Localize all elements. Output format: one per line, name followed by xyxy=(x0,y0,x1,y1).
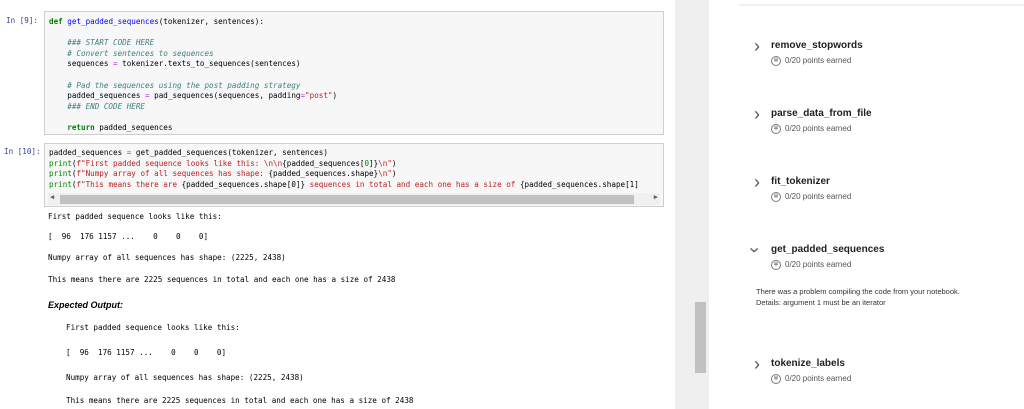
award-icon: ✲ xyxy=(771,374,781,384)
points-text: 0/20 points earned xyxy=(785,374,852,384)
code-token: f"First padded sequence looks like this:… xyxy=(76,158,283,168)
code-line: return padded_sequences xyxy=(49,123,659,134)
code-line: padded_sequences = get_padded_sequences(… xyxy=(49,148,659,159)
code-token: ) xyxy=(391,169,397,179)
task-points: ✲ 0/20 points earned xyxy=(771,260,851,270)
chevron-right-icon[interactable]: › xyxy=(754,173,760,191)
code-token: {padded_sequences.shape[1] xyxy=(519,179,639,189)
points-text: 0/20 points earned xyxy=(785,124,852,134)
code-token: ### END CODE HERE xyxy=(49,101,146,111)
task-name[interactable]: parse_data_from_file xyxy=(771,108,872,119)
code-token: padded_sequences xyxy=(49,148,127,157)
code-token: ) xyxy=(391,158,397,168)
code-token: ]} xyxy=(369,158,379,168)
code-token: "post" xyxy=(305,91,333,101)
code-token: ) xyxy=(332,91,338,101)
code-token: \n" xyxy=(378,169,392,179)
error-message: There was a problem compiling the code f… xyxy=(756,287,960,307)
output-line: First padded sequence looks like this: xyxy=(48,212,222,221)
code-token: padded_sequences xyxy=(94,122,173,132)
code-token: def xyxy=(49,17,68,26)
scroll-left-icon[interactable]: ◀ xyxy=(50,193,54,201)
code-token: print xyxy=(49,158,72,168)
code-token: get_padded_sequences(tokenizer, sentence… xyxy=(131,148,328,157)
chevron-right-icon[interactable]: › xyxy=(754,37,760,55)
code-token: ### START CODE HERE xyxy=(49,38,155,48)
code-line: print(f"This means there are {padded_seq… xyxy=(49,180,659,191)
task-name[interactable]: get_padded_sequences xyxy=(771,244,884,255)
grading-panel: › remove_stopwords ✲ 0/20 points earned › … xyxy=(709,0,1024,409)
code-line: # Pad the sequences using the post paddi… xyxy=(49,81,659,92)
code-line: def get_padded_sequences(tokenizer, sent… xyxy=(49,17,659,28)
code-cell-run[interactable]: padded_sequences = get_padded_sequences(… xyxy=(44,143,664,207)
code-token: tokenizer.texts_to_sequences(sentences) xyxy=(117,59,301,69)
award-icon: ✲ xyxy=(771,192,781,202)
code-token: f"Numpy array of all sequences has shape… xyxy=(76,169,269,179)
expected-output-heading: Expected Output: xyxy=(48,300,124,310)
task-name[interactable]: tokenize_labels xyxy=(771,358,845,369)
code-token: {padded_sequences.shape[0]} xyxy=(181,179,306,189)
award-icon: ✲ xyxy=(771,124,781,134)
code-token: \n" xyxy=(378,158,392,168)
code-token: {padded_sequences[ xyxy=(282,158,365,168)
code-token: # Pad the sequences using the post paddi… xyxy=(49,80,301,90)
task-points: ✲ 0/20 points earned xyxy=(771,374,851,384)
output-line: [ 96 176 1157 ... 0 0 0] xyxy=(48,232,209,241)
code-token: sequences xyxy=(49,59,114,69)
points-text: 0/20 points earned xyxy=(785,260,852,270)
scroll-right-icon[interactable]: ▶ xyxy=(654,193,658,201)
code-token: print xyxy=(49,169,72,179)
code-line: ### START CODE HERE xyxy=(49,38,659,49)
scrollbar-thumb[interactable] xyxy=(60,195,634,204)
code-token: f"This means there are xyxy=(76,179,182,189)
code-token: get_padded_sequences xyxy=(67,17,159,26)
code-token: pad_sequences(sequences, padding xyxy=(149,91,301,101)
code-line: # Convert sentences to sequences xyxy=(49,49,659,60)
chevron-down-icon[interactable]: › xyxy=(745,247,765,253)
expected-line: First padded sequence looks like this: xyxy=(66,323,240,332)
notebook-scrollbar[interactable] xyxy=(675,0,709,409)
points-text: 0/20 points earned xyxy=(785,192,852,202)
output-line: Numpy array of all sequences has shape: … xyxy=(48,253,286,262)
task-points: ✲ 0/20 points earned xyxy=(771,56,851,66)
award-icon: ✲ xyxy=(771,260,781,270)
code-token: print xyxy=(49,179,72,189)
award-icon: ✲ xyxy=(771,56,781,66)
code-token: padded_sequences xyxy=(49,91,146,101)
code-token: (tokenizer, sentences): xyxy=(158,17,264,26)
expected-line: [ 96 176 1157 ... 0 0 0] xyxy=(66,348,227,357)
task-name[interactable]: remove_stopwords xyxy=(771,40,863,51)
code-token: # Convert sentences to sequences xyxy=(49,48,214,58)
chevron-right-icon[interactable]: › xyxy=(754,105,760,123)
scrollbar-thumb[interactable] xyxy=(695,302,706,373)
task-points: ✲ 0/20 points earned xyxy=(771,124,851,134)
expected-line: This means there are 2225 sequences in t… xyxy=(66,396,414,405)
cell-prompt: In [9]: xyxy=(6,16,39,25)
code-line: padded_sequences = pad_sequences(sequenc… xyxy=(49,91,659,102)
cell-prompt: In [10]: xyxy=(4,147,41,156)
task-name[interactable]: fit_tokenizer xyxy=(771,176,830,187)
code-token: return xyxy=(49,122,95,132)
code-token: sequences in total and each one has a si… xyxy=(305,179,520,189)
points-text: 0/20 points earned xyxy=(785,56,852,66)
code-line: ### END CODE HERE xyxy=(49,102,659,113)
code-line: print(f"Numpy array of all sequences has… xyxy=(49,169,659,180)
output-line: This means there are 2225 sequences in t… xyxy=(48,275,396,284)
code-token: {padded_sequences.shape} xyxy=(268,169,379,179)
expected-line: Numpy array of all sequences has shape: … xyxy=(66,373,304,382)
code-cell-define[interactable]: def get_padded_sequences(tokenizer, sent… xyxy=(44,11,664,135)
code-line: sequences = tokenizer.texts_to_sequences… xyxy=(49,59,659,70)
divider xyxy=(739,4,1024,6)
chevron-right-icon[interactable]: › xyxy=(754,355,760,373)
task-points: ✲ 0/20 points earned xyxy=(771,192,851,202)
horizontal-scrollbar[interactable]: ◀ ▶ xyxy=(48,193,660,205)
code-line: print(f"First padded sequence looks like… xyxy=(49,159,659,170)
